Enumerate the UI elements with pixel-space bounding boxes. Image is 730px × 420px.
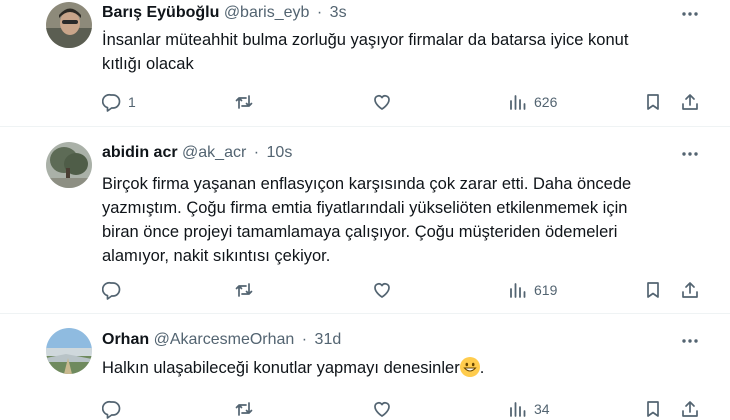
share-icon — [682, 282, 698, 298]
separator: · — [253, 144, 260, 161]
views-icon — [510, 402, 526, 417]
timestamp[interactable]: 10s — [267, 144, 293, 161]
tweet-text: Halkın ulaşabileceği konutlar yapmayı de… — [102, 356, 484, 380]
repost-button[interactable] — [234, 91, 254, 113]
avatar[interactable] — [46, 2, 92, 48]
share-icon — [682, 94, 698, 110]
views-icon — [510, 95, 526, 110]
tweet-header: Barış Eyüboğlu @baris_eyb · 3s — [102, 4, 347, 22]
timestamp[interactable]: 3s — [330, 4, 347, 21]
repost-icon — [235, 402, 253, 416]
author-handle[interactable]: @baris_eyb — [224, 4, 310, 21]
share-icon — [682, 401, 698, 417]
tweet-text-line: Halkın ulaşabileceği konutlar yapmayı de… — [102, 356, 484, 380]
action-bar: 34 — [0, 398, 730, 420]
like-button[interactable] — [372, 91, 392, 113]
tweet-text: İnsanlar müteahhit bulma zorluğu yaşıyor… — [102, 28, 628, 76]
tweet-text-suffix: . — [479, 359, 485, 377]
bookmark-button[interactable] — [643, 398, 663, 420]
reply-count: 1 — [128, 94, 136, 110]
tweet-3[interactable]: Orhan @AkarcesmeOrhan · 31d Halkın ulaşa… — [0, 314, 730, 420]
action-bar: 1 626 — [0, 91, 730, 113]
bookmark-icon — [647, 282, 659, 298]
action-bar: 619 — [0, 279, 730, 301]
bookmark-icon — [647, 94, 659, 110]
tweet-text-line: yazmıştım. Çoğu firma emtia fiyatlarında… — [102, 199, 628, 217]
tweet-text-line: İnsanlar müteahhit bulma zorluğu yaşıyor… — [102, 31, 629, 49]
author-handle[interactable]: @ak_acr — [182, 144, 246, 161]
reply-icon — [102, 281, 121, 300]
repost-icon — [235, 283, 253, 297]
tweet-header: abidin acr @ak_acr · 10s — [102, 144, 292, 162]
author-name[interactable]: Barış Eyüboğlu — [102, 4, 219, 21]
repost-button[interactable] — [234, 398, 254, 420]
views-button[interactable]: 619 — [508, 279, 557, 301]
views-icon — [510, 283, 526, 298]
author-handle[interactable]: @AkarcesmeOrhan — [154, 331, 295, 348]
share-button[interactable] — [680, 279, 700, 301]
repost-button[interactable] — [234, 279, 254, 301]
view-count: 626 — [534, 94, 558, 110]
avatar[interactable] — [46, 142, 92, 188]
tweet-text-line: Birçok firma yaşanan enflasyıçon karşısı… — [102, 175, 632, 193]
share-button[interactable] — [680, 398, 700, 420]
more-icon[interactable] — [680, 4, 700, 24]
tweet-text-line: alamıyor, nakit sıkıntısı çekiyor. — [102, 247, 331, 265]
avatar[interactable] — [46, 328, 92, 374]
tweet-text-line: kıtlığı olacak — [102, 55, 194, 73]
reply-button[interactable] — [102, 279, 128, 301]
like-button[interactable] — [372, 398, 392, 420]
share-button[interactable] — [680, 91, 700, 113]
reply-icon — [102, 93, 121, 112]
tweet-2[interactable]: abidin acr @ak_acr · 10s Birçok firma ya… — [0, 127, 730, 313]
like-icon — [374, 283, 390, 298]
like-button[interactable] — [372, 279, 392, 301]
views-button[interactable]: 626 — [508, 91, 557, 113]
like-icon — [374, 95, 390, 110]
grinning-face-emoji-icon — [459, 357, 480, 377]
view-count: 34 — [534, 401, 550, 417]
views-button[interactable]: 34 — [508, 398, 550, 420]
bookmark-button[interactable] — [643, 279, 663, 301]
author-name[interactable]: Orhan — [102, 331, 149, 348]
more-icon[interactable] — [680, 144, 700, 164]
repost-icon — [235, 95, 253, 109]
bookmark-button[interactable] — [643, 91, 663, 113]
bookmark-icon — [647, 401, 659, 417]
tweet-text-line: biran önce projeyi tamamlamaya çalışıyor… — [102, 223, 618, 241]
tweet-header: Orhan @AkarcesmeOrhan · 31d — [102, 331, 341, 349]
timestamp[interactable]: 31d — [315, 331, 342, 348]
more-icon[interactable] — [680, 331, 700, 351]
view-count: 619 — [534, 282, 558, 298]
tweet-text-content: Halkın ulaşabileceği konutlar yapmayı de… — [102, 359, 460, 377]
reply-button[interactable]: 1 — [102, 91, 136, 113]
separator: · — [301, 331, 308, 348]
separator: · — [316, 4, 323, 21]
like-icon — [374, 402, 390, 417]
reply-icon — [102, 400, 121, 419]
tweet-text: Birçok firma yaşanan enflasyıçon karşısı… — [102, 172, 631, 268]
author-name[interactable]: abidin acr — [102, 144, 178, 161]
tweet-1[interactable]: Barış Eyüboğlu @baris_eyb · 3s İnsanlar … — [0, 0, 730, 124]
reply-button[interactable] — [102, 398, 128, 420]
